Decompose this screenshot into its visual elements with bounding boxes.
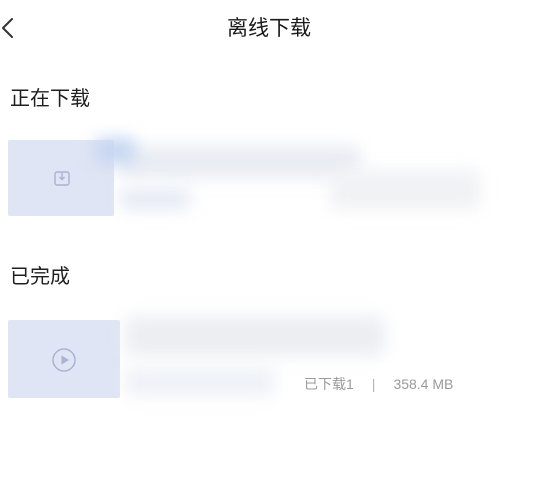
download-meta: 已下载1 | 358.4 MB: [304, 374, 453, 394]
item-thumbnail: [8, 320, 120, 398]
section-title-downloading: 正在下载: [10, 86, 90, 110]
meta-separator: |: [371, 376, 376, 392]
header-bar: 离线下载: [0, 0, 538, 56]
play-circle-icon: [52, 348, 76, 372]
page-title: 离线下载: [227, 16, 311, 40]
downloaded-count: 已下载1: [304, 376, 354, 392]
redacted-accent: [95, 138, 135, 164]
redacted-filename: [125, 316, 385, 356]
redacted-filename: [120, 146, 360, 178]
section-title-completed: 已完成: [10, 264, 70, 288]
redacted-status: [330, 170, 480, 210]
file-size: 358.4 MB: [393, 376, 454, 392]
downloading-item[interactable]: [0, 130, 538, 230]
redacted-progress: [120, 188, 190, 210]
redacted-subtitle: [125, 368, 275, 396]
completed-item[interactable]: 已下载1 | 358.4 MB: [0, 306, 538, 416]
download-box-icon: [54, 171, 70, 186]
